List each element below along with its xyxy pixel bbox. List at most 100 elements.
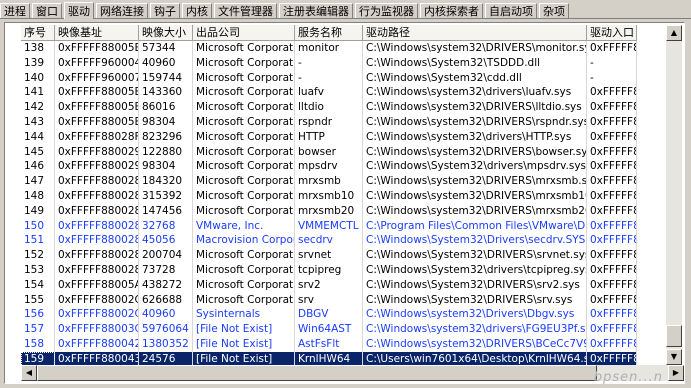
scroll-up-icon[interactable]: ▲ bbox=[666, 25, 682, 41]
table-cell: lltdio bbox=[295, 100, 363, 115]
table-cell: 0xFFFFF88005BB8000 bbox=[55, 114, 139, 130]
table-cell: 1380352 bbox=[139, 336, 193, 352]
table-row[interactable]: 1410xFFFFF88005B80000143360Microsoft Cor… bbox=[21, 85, 637, 101]
table-cell: C:\Windows\System32\DRIVERS\srv.sys bbox=[363, 292, 587, 308]
table-row[interactable]: 1470xFFFFF88002800000184320Microsoft Cor… bbox=[21, 174, 637, 189]
tab-9[interactable]: 内核探索者 bbox=[420, 3, 483, 18]
table-cell: 153 bbox=[21, 262, 55, 278]
table-cell: 0xFFFFF88005B80000 bbox=[55, 85, 139, 101]
tab-1[interactable]: 窗口 bbox=[32, 3, 62, 18]
tab-3[interactable]: 网络连接 bbox=[96, 3, 148, 18]
table-cell: Microsoft Corporation bbox=[193, 85, 295, 101]
table-cell: Microsoft Corporation bbox=[193, 144, 295, 160]
column-header[interactable]: 驱动入口 bbox=[587, 25, 637, 40]
tab-0[interactable]: 进程 bbox=[0, 3, 30, 18]
table-cell: 0xFFFFF8 bbox=[587, 114, 637, 130]
table-cell: 0xFFFFF8800287A000 bbox=[55, 203, 139, 219]
column-header[interactable]: 映像大小 bbox=[139, 25, 193, 40]
table-cell: srv bbox=[295, 292, 363, 308]
table-cell: srvnet bbox=[295, 248, 363, 263]
table-cell: C:\Windows\System32\cdd.dll bbox=[363, 70, 587, 86]
tab-2[interactable]: 驱动 bbox=[64, 2, 94, 19]
table-row[interactable]: 1520xFFFFF880028B1000200704Microsoft Cor… bbox=[21, 248, 637, 263]
table-row[interactable]: 1440xFFFFF88028FA000823296Microsoft Corp… bbox=[21, 129, 637, 145]
table-cell: 144 bbox=[21, 129, 55, 145]
table-header: 序号 映像基址 映像大小 出品公司 服务名称 驱动路径 驱动入口 bbox=[21, 25, 637, 41]
table-cell: 157 bbox=[21, 322, 55, 337]
table-cell: Microsoft Corporation bbox=[193, 114, 295, 130]
table-cell: Microsoft Corporation bbox=[193, 188, 295, 204]
table-row[interactable]: 1540xFFFFF88005A00000438272Microsoft Cor… bbox=[21, 277, 637, 293]
table-row[interactable]: 1560xFFFFF88002C0000040960SysinternalsDB… bbox=[21, 307, 637, 323]
column-header[interactable]: 服务名称 bbox=[295, 25, 363, 40]
table-row[interactable]: 1430xFFFFF88005BB800098304Microsoft Corp… bbox=[21, 114, 637, 130]
column-header[interactable]: 出品公司 bbox=[193, 25, 295, 40]
horizontal-scrollbar[interactable]: ◀ ▶ bbox=[21, 365, 684, 381]
vertical-scrollbar[interactable]: ▲ ▼ bbox=[666, 25, 682, 365]
table-cell: C:\Windows\system32\DRIVERS\rspndr.sys bbox=[363, 114, 587, 130]
table-cell: 0xFFFFF8 bbox=[587, 292, 637, 308]
table-cell: DBGV bbox=[295, 307, 363, 323]
scroll-right-icon[interactable]: ▶ bbox=[668, 365, 684, 381]
column-header[interactable]: 驱动路径 bbox=[363, 25, 587, 40]
table-cell: VMware, Inc. bbox=[193, 218, 295, 234]
table-row[interactable]: 1400xFFFFF960007C0000159744Microsoft Cor… bbox=[21, 70, 637, 86]
column-header[interactable]: 序号 bbox=[21, 25, 55, 40]
tab-11[interactable]: 杂项 bbox=[539, 3, 569, 18]
table-row[interactable]: 1500xFFFFF8800289E00032768VMware, Inc.VM… bbox=[21, 218, 637, 234]
tab-10[interactable]: 自启动项 bbox=[485, 3, 537, 18]
table-row[interactable]: 1380xFFFFF88005B7200057344Microsoft Corp… bbox=[21, 41, 637, 56]
table-cell: - bbox=[295, 55, 363, 71]
table-cell: 0xFFFFF8 bbox=[587, 174, 637, 189]
table-cell: Microsoft Corporation bbox=[193, 41, 295, 56]
table-row[interactable]: 1510xFFFFF880028A600045056Macrovision Co… bbox=[21, 233, 637, 249]
tab-bar: 进程 窗口 驱动 网络连接 钩子 内核 文件管理器 注册表编辑器 行为监视器 内核探索者 自启动项杂… bbox=[0, 0, 691, 19]
table-cell: C:\Program Files\Common Files\VMware\Dri… bbox=[363, 218, 587, 234]
table-cell: Win64AST bbox=[295, 322, 363, 337]
table-cell: 146 bbox=[21, 159, 55, 175]
table-row[interactable]: 1550xFFFFF88002CED000626688Microsoft Cor… bbox=[21, 292, 637, 308]
table-cell: 40960 bbox=[139, 307, 193, 323]
table-cell: 147 bbox=[21, 174, 55, 189]
table-cell: 159744 bbox=[139, 70, 193, 86]
tab-6[interactable]: 文件管理器 bbox=[214, 3, 277, 18]
column-header[interactable]: 映像基址 bbox=[55, 25, 139, 40]
scroll-left-icon[interactable]: ◀ bbox=[21, 365, 37, 381]
table-cell: 57344 bbox=[139, 41, 193, 56]
table-cell: 0xFFFFF8800289E000 bbox=[55, 218, 139, 234]
table-cell: 0xFFFFF880028B1000 bbox=[55, 248, 139, 263]
table-cell: C:\Windows\system32\DRIVERS\BCeCc7V9.sys bbox=[363, 336, 587, 352]
table-cell: 122880 bbox=[139, 144, 193, 160]
table-cell: 0xFFFFF880028A6000 bbox=[55, 233, 139, 249]
scroll-down-icon[interactable]: ▼ bbox=[666, 349, 682, 365]
table-cell: 0xFFFFF88002C00000 bbox=[55, 307, 139, 323]
table-row[interactable]: 1490xFFFFF8800287A000147456Microsoft Cor… bbox=[21, 203, 637, 219]
table-row[interactable]: 1390xFFFFF960004D000040960Microsoft Corp… bbox=[21, 55, 637, 71]
table-cell: AstFsFlt bbox=[295, 336, 363, 352]
table-cell: mrxsmb10 bbox=[295, 188, 363, 204]
table-row[interactable]: 1450xFFFFF880029C3000122880Microsoft Cor… bbox=[21, 144, 637, 160]
table-cell: 140 bbox=[21, 70, 55, 86]
table-row[interactable]: 1580xFFFFF880042400001380352[File Not Ex… bbox=[21, 336, 637, 352]
horizontal-scroll-thumb[interactable] bbox=[37, 365, 597, 381]
vertical-scroll-thumb[interactable] bbox=[666, 325, 682, 347]
table-cell: Microsoft Corporation bbox=[193, 292, 295, 308]
table-cell: C:\Windows\system32\DRIVERS\lltdio.sys bbox=[363, 100, 587, 115]
tab-4[interactable]: 钩子 bbox=[150, 3, 180, 18]
table-cell: C:\Windows\System32\DRIVERS\srvnet.sys bbox=[363, 248, 587, 263]
table-cell: 149 bbox=[21, 203, 55, 219]
tab-8[interactable]: 行为监视器 bbox=[355, 3, 418, 18]
tab-7[interactable]: 注册表编辑器 bbox=[279, 3, 353, 18]
table-cell: 45056 bbox=[139, 233, 193, 249]
table-cell: 200704 bbox=[139, 248, 193, 263]
table-row[interactable]: 1420xFFFFF88005BA300086016Microsoft Corp… bbox=[21, 100, 637, 115]
table-cell: 0xFFFFF8 bbox=[587, 248, 637, 263]
table-row[interactable]: 1570xFFFFF88003C0C0005976064[File Not Ex… bbox=[21, 322, 637, 337]
table-cell: 154 bbox=[21, 277, 55, 293]
table-row[interactable]: 1530xFFFFF880028E200073728Microsoft Corp… bbox=[21, 262, 637, 278]
table-cell: 141 bbox=[21, 85, 55, 101]
table-row[interactable]: 1460xFFFFF880029E100098304Microsoft Corp… bbox=[21, 159, 637, 175]
tab-5[interactable]: 内核 bbox=[182, 3, 212, 18]
table-cell: Microsoft Corporation bbox=[193, 100, 295, 115]
table-row[interactable]: 1480xFFFFF8800282D000315392Microsoft Cor… bbox=[21, 188, 637, 204]
